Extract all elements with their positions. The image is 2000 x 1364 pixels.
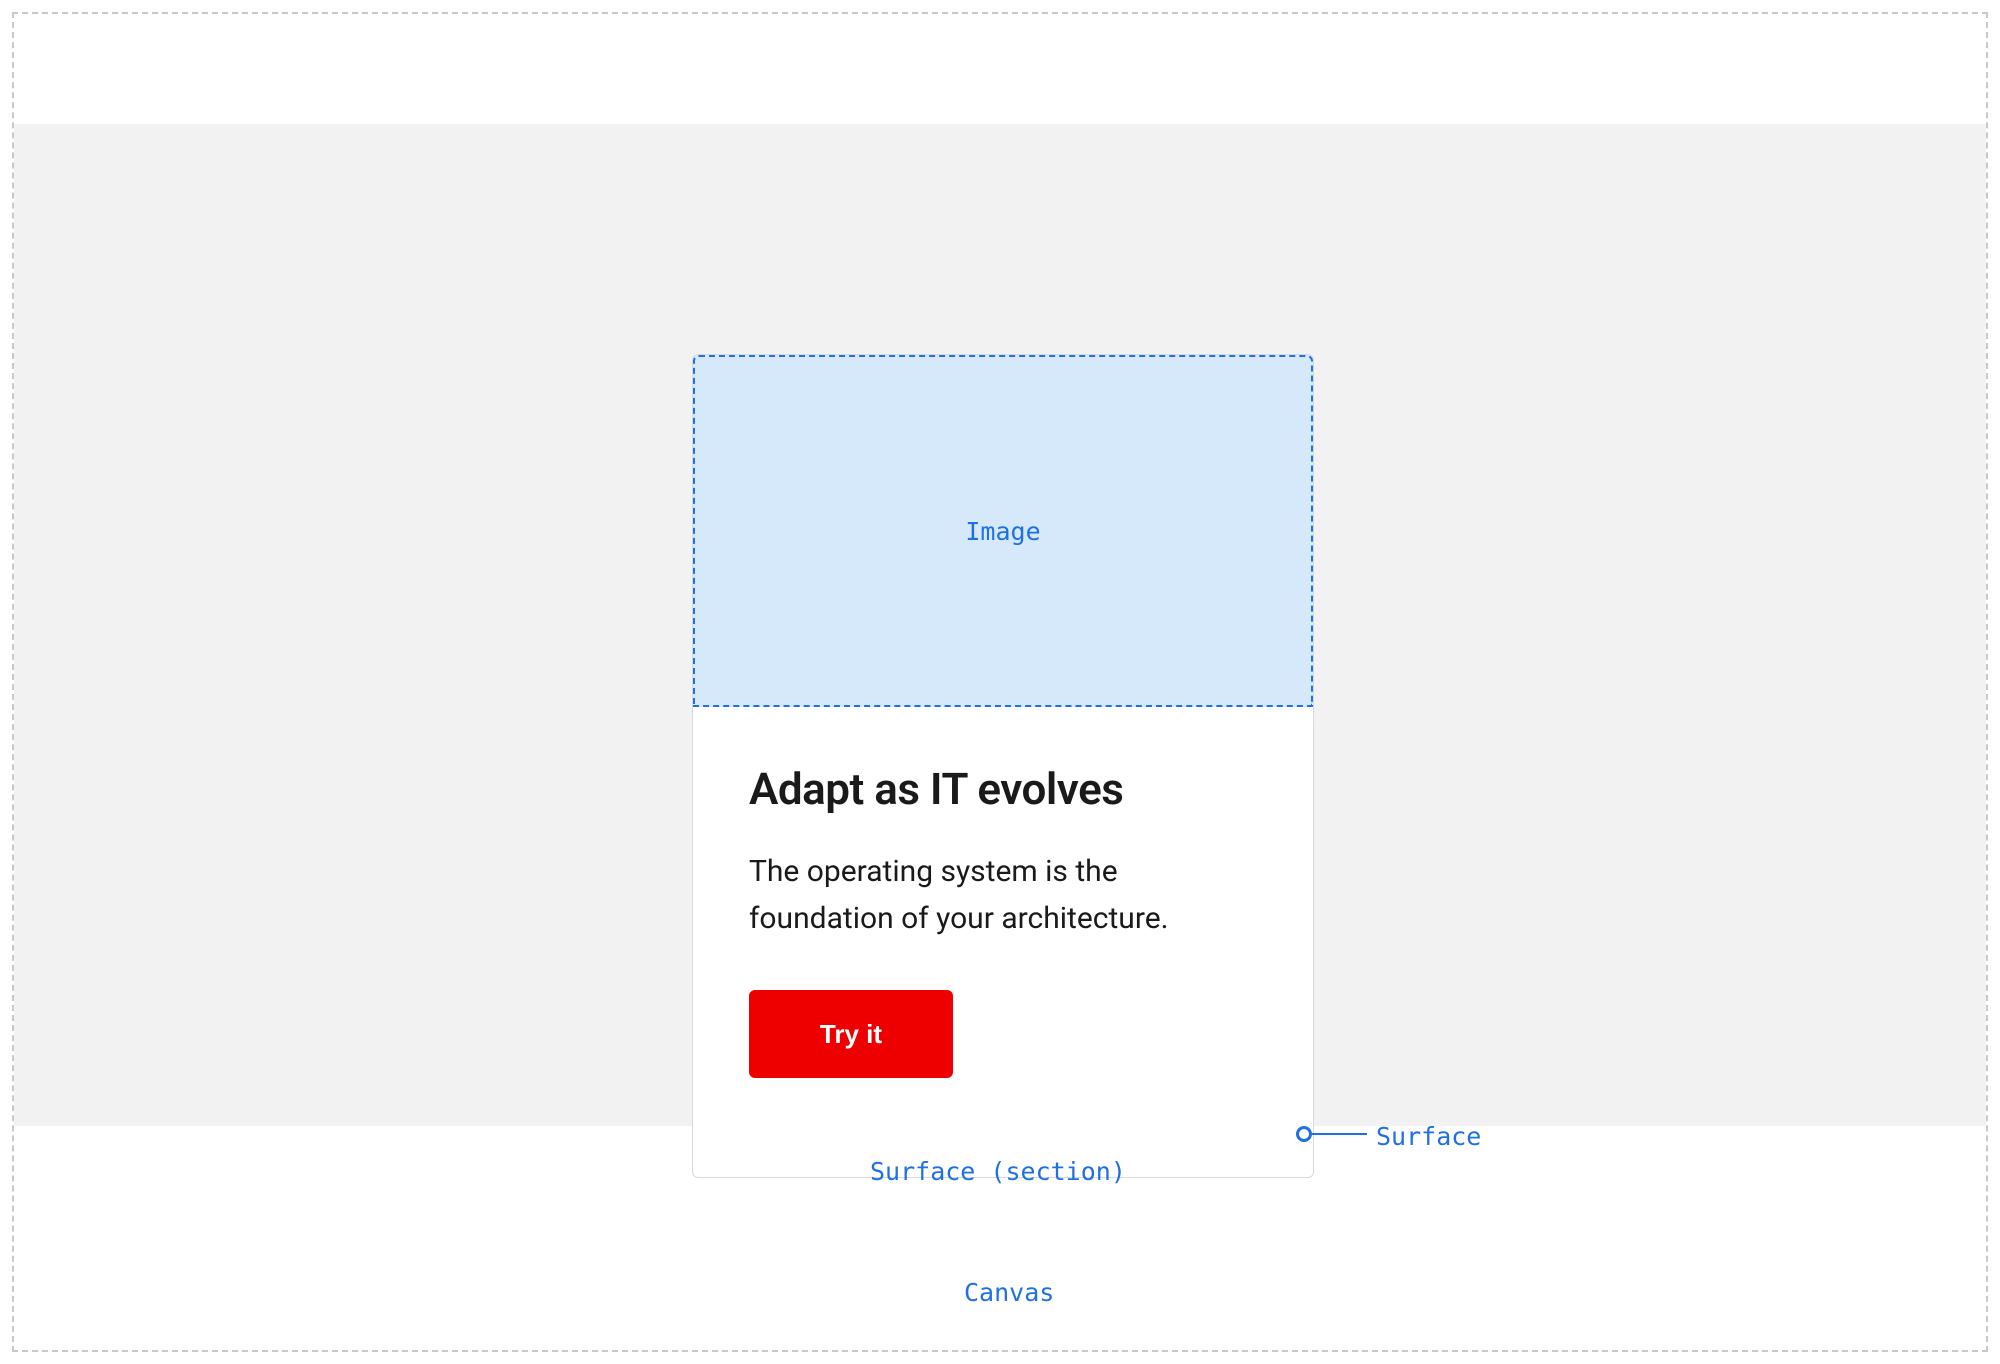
- card-description: The operating system is the foundation o…: [749, 849, 1257, 942]
- canvas-frame: Image Adapt as IT evolves The operating …: [12, 12, 1988, 1352]
- annotation-surface-label: Surface: [1376, 1122, 1481, 1151]
- annotation-leader-line: [1312, 1133, 1367, 1135]
- card-body: Adapt as IT evolves The operating system…: [693, 707, 1313, 1134]
- surface-section: Image Adapt as IT evolves The operating …: [14, 124, 1986, 1126]
- card-image-placeholder: Image: [693, 355, 1313, 707]
- card-title: Adapt as IT evolves: [749, 763, 1257, 815]
- try-it-button[interactable]: Try it: [749, 990, 953, 1078]
- card-surface: Image Adapt as IT evolves The operating …: [692, 354, 1314, 1178]
- annotation-section-label: Surface (section): [870, 1157, 1126, 1186]
- annotation-dot-icon: [1296, 1126, 1312, 1142]
- image-placeholder-label: Image: [965, 517, 1040, 546]
- annotation-canvas-label: Canvas: [964, 1278, 1054, 1307]
